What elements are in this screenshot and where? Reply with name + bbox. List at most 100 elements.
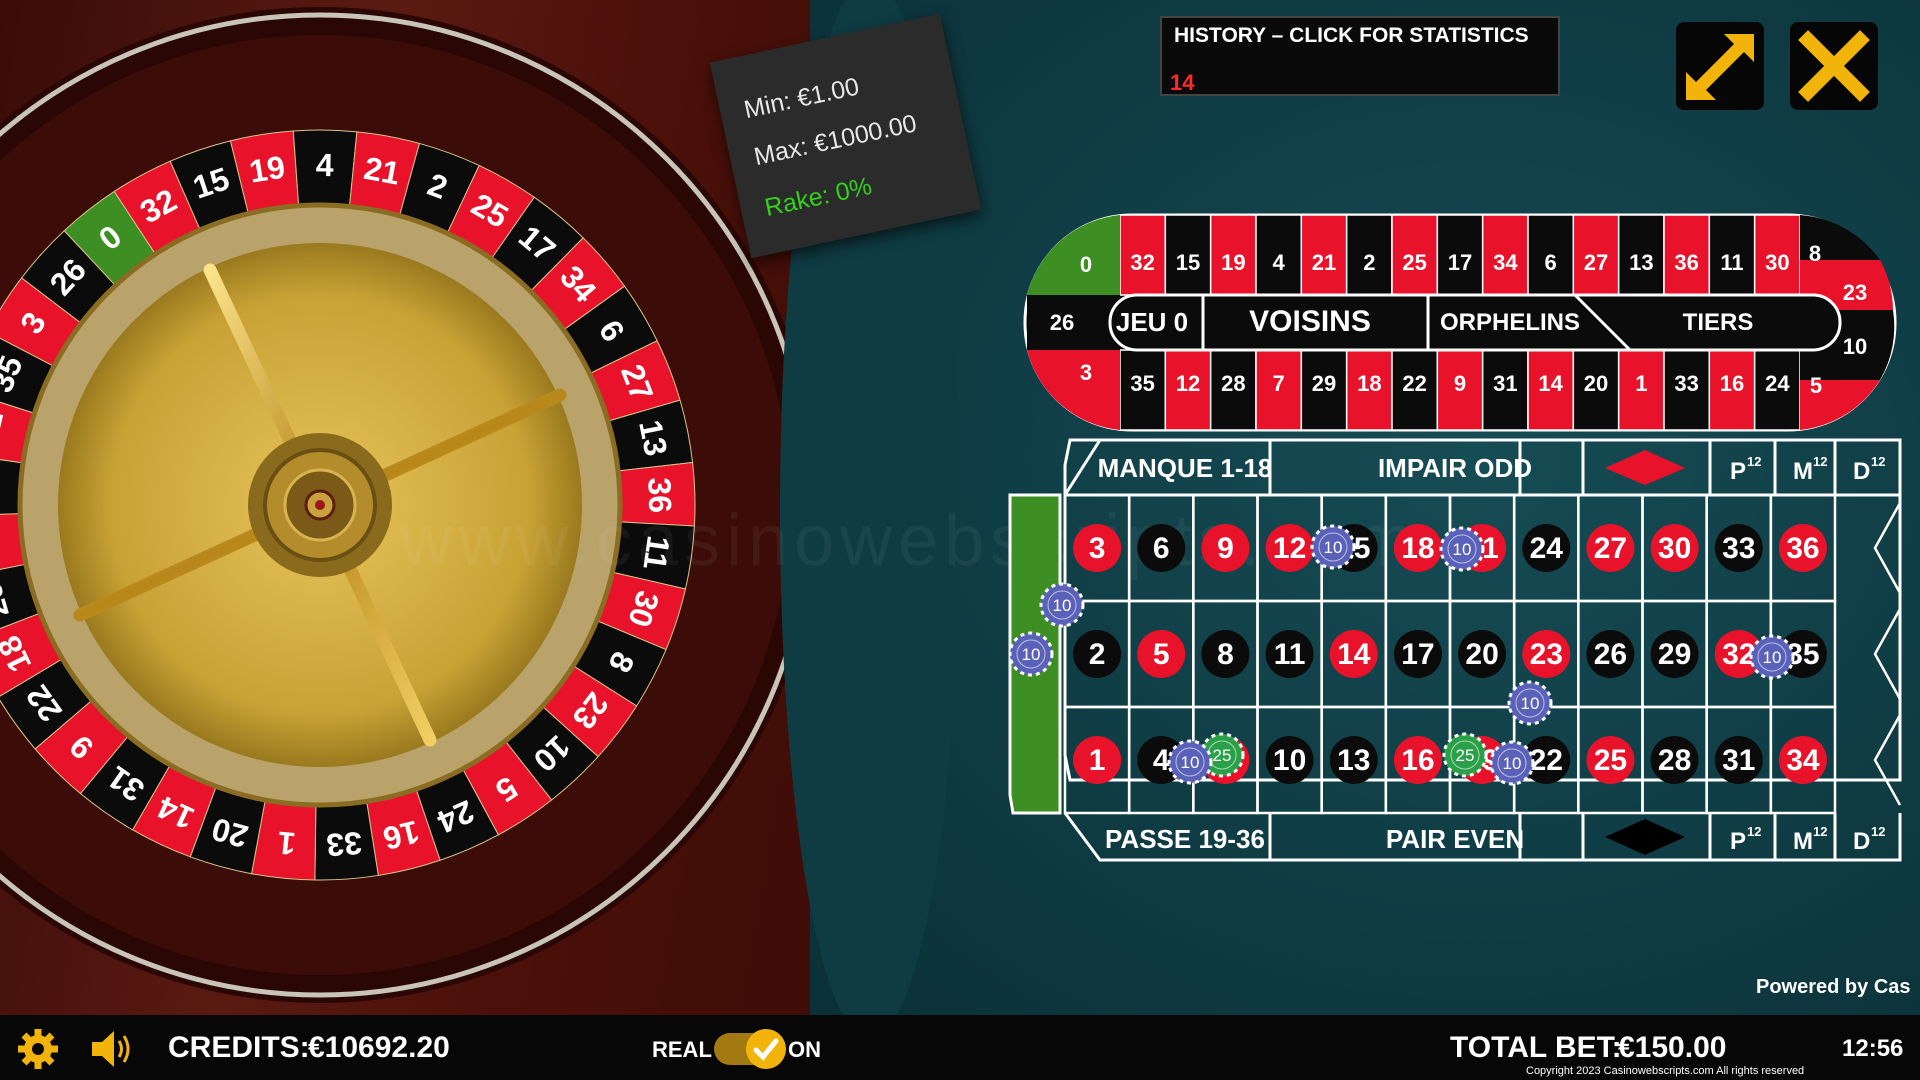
number-label: 20 [1465, 638, 1498, 671]
chip-value: 25 [1213, 746, 1232, 765]
min-limit: Min: €1.00 [741, 72, 862, 125]
history-last-number: 14 [1170, 70, 1195, 95]
wheel-pocket-number: 1 [276, 825, 297, 863]
chip-value: 10 [1453, 540, 1472, 559]
fullscreen-button[interactable] [1676, 22, 1764, 110]
rake-info: Rake: 0% [762, 172, 875, 222]
sound-button[interactable] [88, 1027, 136, 1071]
racetrack-cell-number: 24 [1765, 371, 1790, 396]
number-label: 28 [1658, 744, 1691, 777]
dozen-m-top[interactable]: M [1793, 458, 1813, 485]
number-label: 5 [1153, 638, 1170, 671]
column-bet[interactable] [1873, 608, 1902, 700]
svg-text:12: 12 [1871, 824, 1885, 839]
chip-value: 25 [1456, 746, 1475, 765]
number-label: 12 [1273, 532, 1306, 565]
dozen-p-top[interactable]: P [1730, 458, 1746, 485]
number-label: 11 [1274, 638, 1306, 671]
dozen-p-bottom[interactable]: P [1730, 828, 1746, 855]
total-bet-label: TOTAL BET: [1450, 1031, 1622, 1064]
column-bet[interactable] [1873, 502, 1902, 594]
history-panel[interactable]: HISTORY – CLICK FOR STATISTICS 14 [1160, 16, 1560, 96]
dozen-d-top[interactable]: D [1853, 458, 1870, 485]
number-label: 23 [1530, 638, 1563, 671]
number-label: 25 [1594, 744, 1627, 777]
history-title: HISTORY – CLICK FOR STATISTICS [1174, 24, 1529, 47]
racetrack-right-10: 10 [1843, 334, 1867, 359]
column-bet[interactable] [1873, 714, 1902, 806]
number-label: 24 [1530, 532, 1564, 565]
number-label: 34 [1786, 744, 1820, 777]
number-label: 1 [1089, 744, 1106, 777]
number-label: 18 [1401, 532, 1434, 565]
racetrack-cell-number: 17 [1448, 250, 1472, 275]
racetrack-cell-number: 33 [1674, 371, 1698, 396]
racetrack-cell-number: 4 [1273, 250, 1286, 275]
speaker-icon [92, 1031, 130, 1067]
number-label: 26 [1594, 638, 1627, 671]
real-label: REAL [652, 1037, 712, 1062]
racetrack-cell-number: 12 [1176, 371, 1200, 396]
racetrack-right-5: 5 [1810, 373, 1822, 398]
number-label: 32 [1722, 638, 1755, 671]
racetrack-cell-number: 13 [1629, 250, 1653, 275]
svg-text:12: 12 [1747, 454, 1761, 469]
racetrack[interactable]: 32 15 19 4 21 2 25 17 34 6 27 13 36 11 30 35 12 28 7 29 18 2… [1020, 210, 1900, 435]
bet-manque[interactable]: MANQUE 1-18 [1098, 453, 1273, 483]
bet-passe[interactable]: PASSE 19-36 [1105, 824, 1265, 854]
number-label: 27 [1594, 532, 1627, 565]
wheel-pocket-number: 21 [361, 150, 403, 192]
toggle-knob [746, 1029, 786, 1069]
racetrack-zero[interactable] [1027, 215, 1120, 295]
svg-text:12: 12 [1813, 824, 1827, 839]
chip-value: 10 [1503, 754, 1522, 773]
bet-odd[interactable]: IMPAIR ODD [1378, 453, 1532, 483]
section-jeu-0[interactable]: JEU 0 [1116, 307, 1188, 337]
racetrack-cell-number: 31 [1493, 371, 1517, 396]
number-label: 14 [1337, 638, 1371, 671]
section-orphelins[interactable]: ORPHELINS [1440, 309, 1580, 336]
checkmark-icon [753, 1038, 779, 1061]
wheel-pocket-number: 33 [325, 825, 363, 863]
number-label: 33 [1722, 532, 1755, 565]
bet-black[interactable] [1605, 819, 1685, 855]
section-voisins[interactable]: VOISINS [1249, 305, 1371, 338]
number-label: 2 [1089, 638, 1106, 671]
number-label: 13 [1337, 744, 1370, 777]
svg-text:12: 12 [1813, 454, 1827, 469]
dozen-bets-top[interactable]: P 12 M 12 D 12 [1730, 454, 1885, 485]
dozen-bets-bottom[interactable]: P 12 M 12 D 12 [1730, 824, 1885, 855]
racetrack-cell-number: 2 [1363, 250, 1375, 275]
copyright: Copyright 2023 Casinowebscripts.com All … [1526, 1065, 1805, 1077]
number-label: 10 [1273, 744, 1306, 777]
betting-table[interactable]: 3691215182124273033362581114172023262932… [1005, 435, 1910, 865]
racetrack-cell-number: 34 [1493, 250, 1518, 275]
svg-text:12: 12 [1871, 454, 1885, 469]
racetrack-3[interactable] [1027, 350, 1120, 430]
racetrack-top-row: 32 15 19 4 21 2 25 17 34 6 27 13 36 11 30 [1119, 214, 1801, 296]
racetrack-cell-number: 14 [1538, 371, 1563, 396]
settings-button[interactable] [16, 1027, 60, 1071]
racetrack-cell-number: 7 [1273, 371, 1285, 396]
number-label: 16 [1401, 744, 1434, 777]
svg-text:12: 12 [1747, 824, 1761, 839]
racetrack-cell-number: 22 [1402, 371, 1426, 396]
bet-red[interactable] [1605, 450, 1685, 485]
racetrack-cell-number: 19 [1221, 250, 1245, 275]
number-label: 22 [1530, 744, 1563, 777]
racetrack-right-8: 8 [1809, 241, 1821, 266]
dozen-m-bottom[interactable]: M [1793, 828, 1813, 855]
total-bet-value: €150.00 [1618, 1031, 1727, 1064]
section-tiers[interactable]: TIERS [1683, 309, 1754, 336]
bet-even[interactable]: PAIR EVEN [1386, 824, 1524, 854]
wheel-pocket-number: 13 [632, 417, 674, 459]
real-mode-toggle[interactable] [714, 1029, 786, 1069]
racetrack-cell-number: 11 [1720, 250, 1743, 275]
close-button[interactable] [1790, 22, 1878, 110]
racetrack-cell-number: 6 [1545, 250, 1557, 275]
racetrack-cell-number: 15 [1176, 250, 1200, 275]
number-label: 30 [1658, 532, 1691, 565]
dozen-d-bottom[interactable]: D [1853, 828, 1870, 855]
chip-value: 10 [1181, 753, 1200, 772]
racetrack-cell-number: 21 [1312, 250, 1336, 275]
